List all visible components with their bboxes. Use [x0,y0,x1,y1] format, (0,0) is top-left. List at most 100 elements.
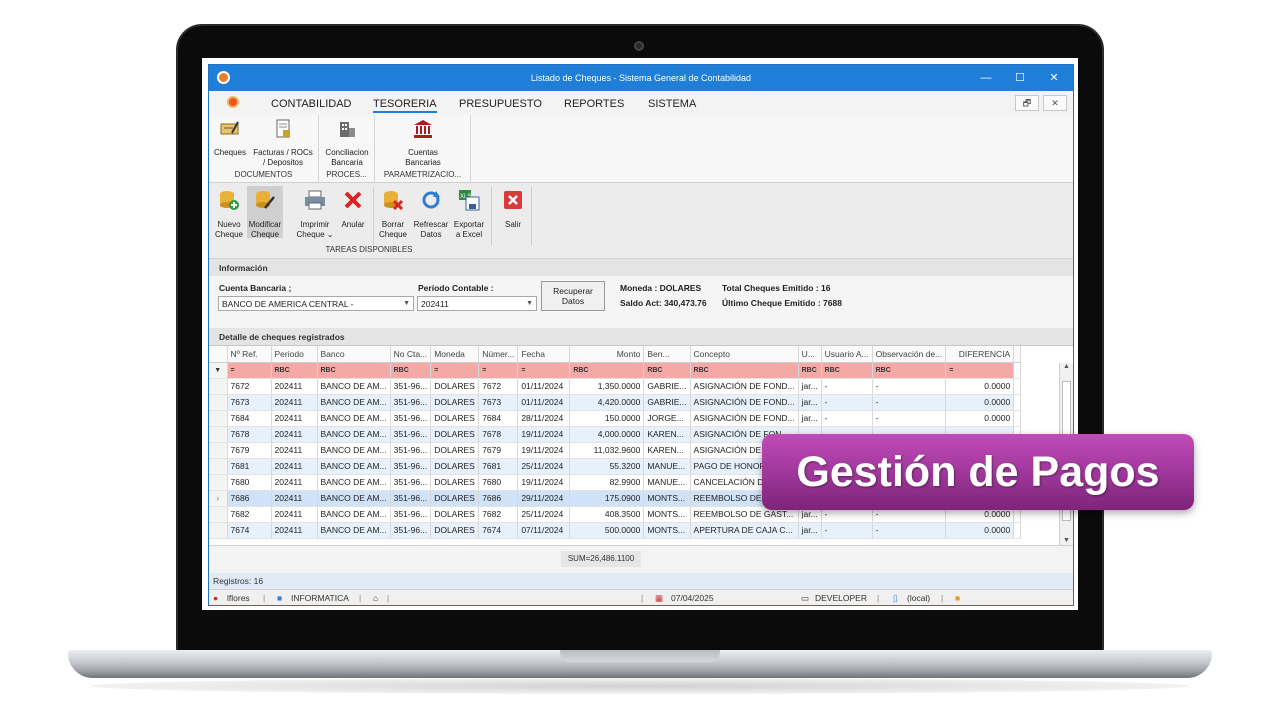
table-cell[interactable]: 7686 [478,490,519,507]
table-cell[interactable]: - [821,410,873,427]
table-cell[interactable]: 1,350.0000 [569,378,645,395]
table-cell[interactable]: KAREN... [643,442,691,459]
table-cell[interactable]: 7682 [478,506,519,523]
table-cell[interactable]: ASIGNACIÓN DE FOND... [690,378,799,395]
menu-contabilidad[interactable]: CONTABILIDAD [271,98,351,110]
table-cell[interactable]: 28/11/2024 [517,410,571,427]
table-cell[interactable]: MANUE... [643,458,691,475]
table-cell[interactable]: 408.3500 [569,506,645,523]
table-cell[interactable]: 351-96... [390,442,432,459]
table-cell[interactable]: 7672 [478,378,519,395]
table-cell[interactable]: jar... [798,522,822,539]
table-cell[interactable]: 7684 [227,410,272,427]
table-cell[interactable]: 7686 [227,490,272,507]
scroll-up-icon[interactable]: ▲ [1060,363,1073,370]
table-cell[interactable]: APERTURA DE CAJA C... [690,522,799,539]
table-cell[interactable]: BANCO DE AM... [317,394,391,411]
cheques-button[interactable]: Cheques [212,119,248,158]
column-header[interactable]: Observación de... [872,346,947,363]
table-cell[interactable]: 25/11/2024 [517,458,571,475]
table-cell[interactable]: 7680 [478,474,519,491]
column-header[interactable]: No Cta... [390,346,432,363]
cuentas-bancarias-button[interactable]: Cuentas Bancarias [397,119,449,168]
table-cell[interactable]: 7678 [478,426,519,443]
table-cell[interactable]: - [872,522,947,539]
exportar-excel-button[interactable]: XLS Exportar a Excel [451,189,487,240]
table-cell[interactable]: ASIGNACIÓN DE FOND... [690,394,799,411]
table-cell[interactable]: 19/11/2024 [517,474,571,491]
filter-cell[interactable]: = [517,362,571,379]
table-cell[interactable]: jar... [798,394,822,411]
table-cell[interactable]: 7684 [478,410,519,427]
table-row[interactable]: 7672 202411 BANCO DE AM... 351-96... DOLARES… [209,378,1022,395]
table-cell[interactable]: 7672 [227,378,272,395]
table-cell[interactable]: - [872,410,947,427]
table-cell[interactable]: 7680 [227,474,272,491]
table-cell[interactable]: jar... [798,378,822,395]
column-header[interactable]: Moneda [430,346,480,363]
table-cell[interactable]: 25/11/2024 [517,506,571,523]
table-cell[interactable]: JORGE... [643,410,691,427]
table-cell[interactable]: 351-96... [390,490,432,507]
filter-cell[interactable]: RBC [872,362,947,379]
mdi-close-button[interactable]: ✕ [1043,95,1067,111]
table-cell[interactable]: - [872,394,947,411]
table-cell[interactable]: 0.0000 [945,522,1015,539]
table-cell[interactable]: GABRIE... [643,378,691,395]
modificar-cheque-button[interactable]: Modificar Cheque [247,186,283,239]
table-cell[interactable]: DOLARES [430,394,480,411]
table-cell[interactable]: - [821,378,873,395]
table-cell[interactable]: 55.3200 [569,458,645,475]
table-cell[interactable]: - [872,378,947,395]
table-cell[interactable]: BANCO DE AM... [317,474,391,491]
filter-cell[interactable]: = [430,362,480,379]
table-cell[interactable]: 351-96... [390,394,432,411]
table-cell[interactable]: 0.0000 [945,394,1015,411]
table-cell[interactable]: 175.0900 [569,490,645,507]
facturas-button[interactable]: Facturas / ROCs / Depositos [251,119,315,168]
anular-button[interactable]: Anular [335,189,371,230]
table-cell[interactable]: 07/11/2024 [517,522,571,539]
column-header[interactable]: Concepto [690,346,799,363]
refrescar-datos-button[interactable]: Refrescar Datos [413,189,449,240]
table-cell[interactable]: 202411 [271,378,318,395]
table-cell[interactable]: - [821,522,873,539]
menu-presupuesto[interactable]: PRESUPUESTO [459,98,542,110]
table-cell[interactable]: BANCO DE AM... [317,458,391,475]
table-cell[interactable]: 7681 [227,458,272,475]
table-cell[interactable]: jar... [798,410,822,427]
cuenta-bancaria-select[interactable]: BANCO DE AMERICA CENTRAL - ▼ [218,296,414,311]
mdi-restore-button[interactable]: 🗗 [1015,95,1039,111]
table-cell[interactable]: 11,032.9600 [569,442,645,459]
table-cell[interactable]: 202411 [271,490,318,507]
table-cell[interactable]: BANCO DE AM... [317,442,391,459]
table-cell[interactable]: DOLARES [430,522,480,539]
table-cell[interactable]: BANCO DE AM... [317,522,391,539]
table-cell[interactable]: 82.9900 [569,474,645,491]
table-cell[interactable]: 351-96... [390,378,432,395]
table-cell[interactable]: DOLARES [430,410,480,427]
table-cell[interactable]: 202411 [271,394,318,411]
menu-reportes[interactable]: REPORTES [564,98,624,110]
column-header[interactable]: Nº Ref. [227,346,272,363]
close-button[interactable]: ✕ [1039,70,1069,86]
table-cell[interactable]: 7673 [227,394,272,411]
table-cell[interactable]: 7679 [227,442,272,459]
filter-cell[interactable]: RBC [643,362,691,379]
filter-cell[interactable]: RBC [690,362,799,379]
table-cell[interactable]: BANCO DE AM... [317,426,391,443]
table-cell[interactable]: 4,420.0000 [569,394,645,411]
table-cell[interactable]: 19/11/2024 [517,426,571,443]
table-cell[interactable]: 7681 [478,458,519,475]
scroll-down-icon[interactable]: ▼ [1063,537,1070,544]
table-cell[interactable]: 202411 [271,458,318,475]
table-cell[interactable]: 500.0000 [569,522,645,539]
table-cell[interactable]: BANCO DE AM... [317,506,391,523]
table-cell[interactable]: 0.0000 [945,378,1015,395]
table-row[interactable]: 7684 202411 BANCO DE AM... 351-96... DOLARES… [209,410,1022,427]
column-header[interactable]: DIFERENCIA [945,346,1015,363]
nuevo-cheque-button[interactable]: Nuevo Cheque [211,189,247,240]
table-cell[interactable]: - [821,394,873,411]
table-cell[interactable]: 7679 [478,442,519,459]
table-cell[interactable]: MANUE... [643,474,691,491]
